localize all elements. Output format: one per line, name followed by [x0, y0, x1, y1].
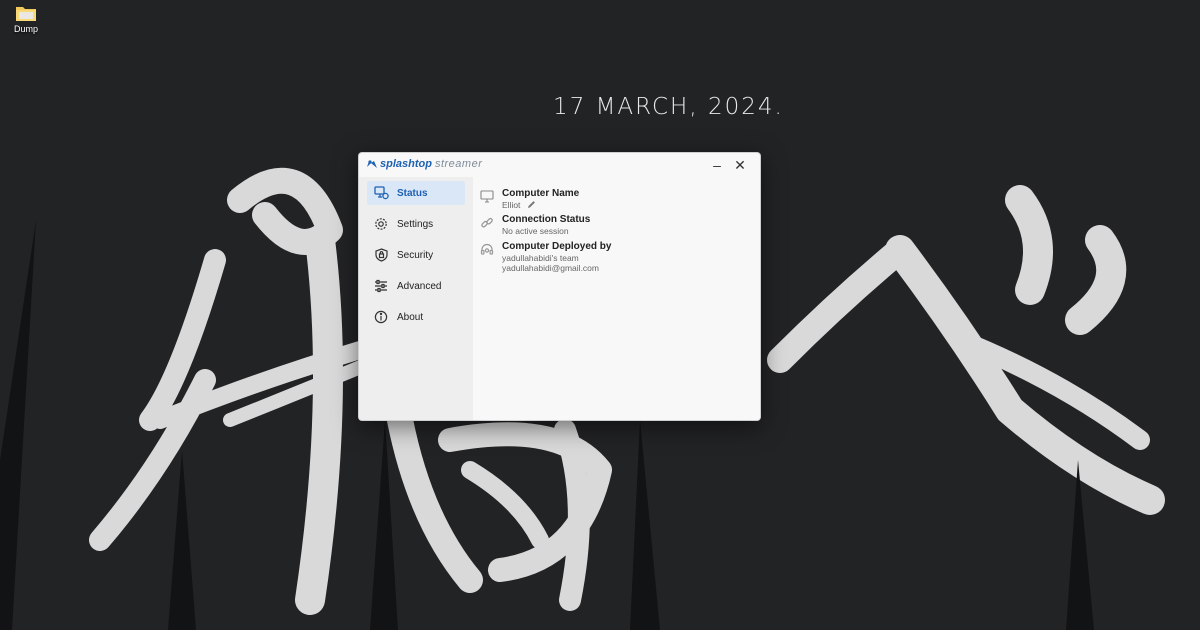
wallpaper-date: 17 MARCH, 2024. — [553, 94, 784, 120]
pencil-icon[interactable] — [527, 200, 536, 211]
titlebar[interactable]: splashtop streamer – ✕ — [359, 153, 760, 177]
splashtop-streamer-window: splashtop streamer – ✕ Status Settings S… — [358, 152, 761, 421]
desktop-icon-label: Dump — [13, 24, 38, 34]
sidebar-item-advanced[interactable]: Advanced — [367, 274, 465, 298]
brand-logo: splashtop streamer — [366, 158, 482, 170]
sidebar-item-label: Advanced — [397, 280, 442, 292]
sidebar-item-label: Status — [397, 187, 428, 199]
deployed-by-section: Computer Deployed by yadullahabidi's tea… — [480, 241, 611, 273]
sidebar-item-label: Security — [397, 249, 434, 261]
desktop: Dump 17 MARCH, 2024. splashtop streamer … — [0, 0, 1200, 630]
desktop-icon-dump[interactable]: Dump — [4, 4, 48, 34]
minimize-button[interactable]: – — [706, 156, 728, 174]
headset-icon — [480, 243, 496, 259]
link-icon — [480, 216, 496, 232]
deployed-by-team: yadullahabidi's team — [502, 253, 579, 263]
sidebar-item-about[interactable]: About — [367, 305, 465, 329]
shield-lock-icon — [373, 247, 389, 263]
connection-status-section: Connection Status No active session — [480, 214, 590, 236]
brand-name: splashtop — [380, 158, 432, 170]
brand-product: streamer — [434, 158, 483, 170]
connection-status-value: No active session — [502, 226, 569, 236]
deployed-by-title: Computer Deployed by — [502, 241, 612, 252]
sidebar-item-security[interactable]: Security — [367, 243, 465, 267]
status-panel: Computer Name Elliot Connection Status N… — [473, 177, 760, 420]
gear-icon — [373, 216, 389, 232]
computer-name-title: Computer Name — [502, 188, 580, 199]
sidebar-item-status[interactable]: Status — [367, 181, 465, 205]
sliders-icon — [373, 278, 389, 294]
sidebar-item-label: About — [397, 311, 424, 323]
computer-name-section: Computer Name Elliot — [480, 188, 579, 211]
sidebar: Status Settings Security Advanced About — [359, 177, 473, 420]
sidebar-item-label: Settings — [397, 218, 434, 230]
sidebar-item-settings[interactable]: Settings — [367, 212, 465, 236]
status-icon — [373, 185, 389, 201]
close-button[interactable]: ✕ — [729, 156, 751, 174]
splashtop-logo-icon — [367, 160, 377, 168]
folder-icon — [16, 7, 36, 21]
deployed-by-email: yadullahabidi@gmail.com — [502, 263, 599, 273]
computer-name-value: Elliot — [502, 200, 521, 210]
monitor-icon — [480, 190, 496, 206]
info-icon — [373, 309, 389, 325]
connection-status-title: Connection Status — [502, 214, 591, 225]
